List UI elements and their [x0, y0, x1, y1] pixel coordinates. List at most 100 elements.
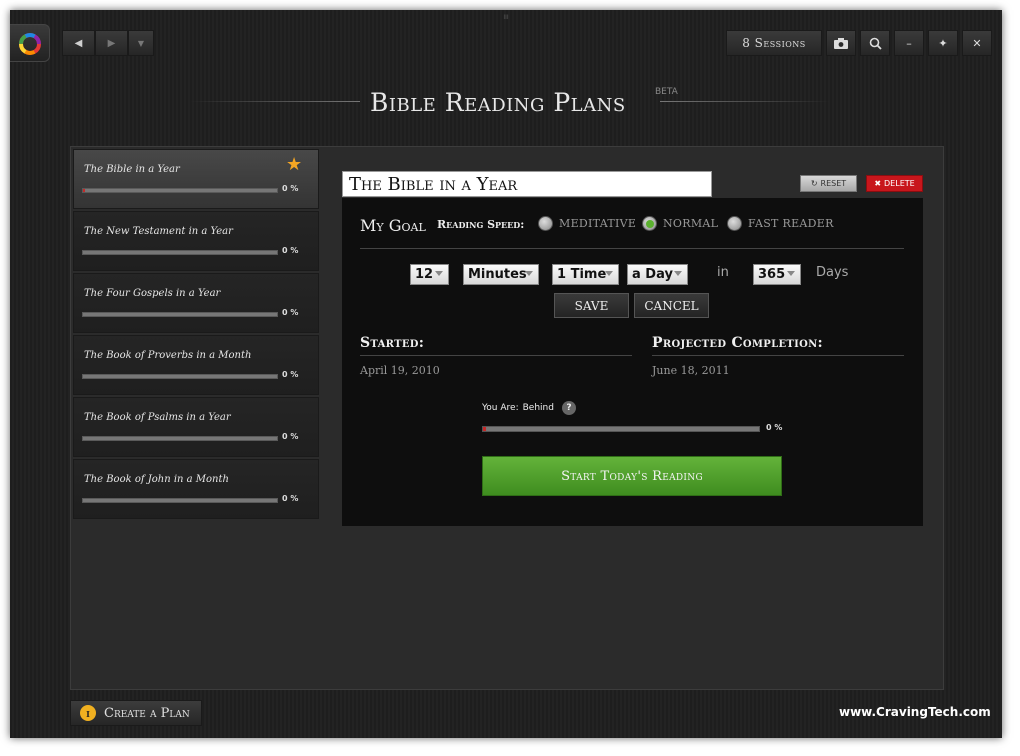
window-grip[interactable]: III: [500, 14, 512, 21]
plan-progress-percent: 0 %: [282, 184, 299, 193]
plan-item[interactable]: The Bible in a Year ★ 0 %: [73, 149, 319, 209]
in-label: in: [717, 265, 729, 280]
unit-select[interactable]: Minutes: [463, 264, 539, 285]
plan-list: The Bible in a Year ★ 0 % The New Testament…: [73, 149, 319, 521]
plan-name: The Book of John in a Month: [84, 474, 229, 485]
maximize-icon: ✦: [938, 36, 948, 50]
star-icon[interactable]: ★: [286, 156, 302, 174]
started-heading: Started:: [360, 335, 425, 351]
plan-name: The Four Gospels in a Year: [84, 288, 221, 299]
camera-icon: [834, 37, 848, 49]
plan-progress-percent: 0 %: [282, 246, 299, 255]
plan-name: The Book of Psalms in a Year: [84, 412, 231, 423]
beta-badge: BETA: [655, 87, 678, 97]
cancel-button[interactable]: CANCEL: [634, 293, 709, 318]
overall-progress-bar: [482, 426, 760, 432]
create-plan-label: Create a Plan: [104, 705, 190, 721]
main-panel: The Bible in a Year ★ 0 % The New Testament…: [70, 146, 944, 690]
status-row: You Are: Behind ?: [482, 401, 576, 415]
logo-ring-icon: [19, 33, 41, 55]
goal-box: My Goal Reading Speed: MEDITATIVE NORMAL…: [342, 198, 923, 526]
speed-option-label: NORMAL: [663, 217, 719, 230]
projected-divider: [652, 355, 904, 356]
create-plan-button[interactable]: i Create a Plan: [70, 700, 202, 726]
plan-title-input[interactable]: [342, 171, 712, 197]
page-title: Bible Reading Plans: [370, 88, 626, 117]
back-icon: ◀: [74, 37, 83, 49]
times-select[interactable]: 1 Time: [552, 264, 619, 285]
speed-option-normal[interactable]: NORMAL: [642, 216, 718, 231]
reset-label: RESET: [820, 179, 847, 188]
screenshot-button[interactable]: [826, 30, 856, 56]
chevron-down-icon: [674, 271, 682, 276]
plan-item[interactable]: The Book of Psalms in a Year 0 %: [73, 397, 319, 457]
plan-progress-bar: [82, 436, 278, 441]
chevron-down-icon: [787, 271, 795, 276]
search-button[interactable]: [860, 30, 890, 56]
plan-item[interactable]: The Book of Proverbs in a Month 0 %: [73, 335, 319, 395]
goal-heading: My Goal: [360, 216, 426, 235]
radio-icon[interactable]: [538, 216, 553, 231]
plan-progress-fill: [83, 189, 85, 192]
radio-icon[interactable]: [727, 216, 742, 231]
title-divider-left: [190, 101, 360, 102]
projected-date: June 18, 2011: [652, 364, 730, 377]
plan-progress-percent: 0 %: [282, 432, 299, 441]
plan-name: The New Testament in a Year: [84, 226, 233, 237]
back-button[interactable]: ◀: [62, 30, 95, 56]
title-row: Bible Reading Plans BETA: [10, 86, 1002, 118]
started-divider: [360, 355, 632, 356]
close-button[interactable]: ✕: [962, 30, 992, 56]
sessions-button[interactable]: 8 Sessions: [726, 30, 822, 56]
minimize-button[interactable]: –: [894, 30, 924, 56]
forward-button[interactable]: ▶: [95, 30, 128, 56]
maximize-button[interactable]: ✦: [928, 30, 958, 56]
chevron-down-icon: [525, 271, 533, 276]
speed-option-meditative[interactable]: MEDITATIVE: [538, 216, 636, 231]
chevron-down-icon: [605, 271, 613, 276]
reset-button[interactable]: ↻ RESET: [800, 175, 857, 192]
plan-name: The Bible in a Year: [84, 164, 180, 175]
plan-progress-percent: 0 %: [282, 494, 299, 503]
minimize-icon: –: [906, 36, 912, 50]
save-button[interactable]: SAVE: [554, 293, 629, 318]
delete-button[interactable]: ✖ DELETE: [866, 175, 923, 192]
chevron-down-icon: ▼: [137, 38, 145, 48]
goal-divider: [360, 248, 904, 249]
radio-icon[interactable]: [642, 216, 657, 231]
period-select[interactable]: a Day: [627, 264, 688, 285]
days-select[interactable]: 365: [753, 264, 801, 285]
search-icon: [869, 37, 882, 50]
days-label: Days: [816, 265, 849, 280]
plan-name: The Book of Proverbs in a Month: [84, 350, 252, 361]
plan-progress-bar: [82, 374, 278, 379]
plan-item[interactable]: The Book of John in a Month 0 %: [73, 459, 319, 519]
delete-icon: ✖: [874, 179, 882, 188]
plan-item[interactable]: The New Testament in a Year 0 %: [73, 211, 319, 271]
reading-speed-label: Reading Speed:: [437, 218, 525, 231]
you-are-label: You Are:: [482, 403, 519, 413]
unit-value: Minutes: [468, 267, 527, 282]
app-logo[interactable]: [10, 24, 50, 62]
speed-option-label: MEDITATIVE: [559, 217, 637, 230]
reset-icon: ↻: [810, 179, 818, 188]
speed-option-fast-reader[interactable]: FAST READER: [727, 216, 834, 231]
plan-item[interactable]: The Four Gospels in a Year 0 %: [73, 273, 319, 333]
watermark: www.CravingTech.com: [839, 705, 991, 719]
nav-menu-button[interactable]: ▼: [128, 30, 154, 56]
plan-progress-bar: [82, 250, 278, 255]
amount-select[interactable]: 12: [410, 264, 449, 285]
plan-progress-bar: [82, 312, 278, 317]
projected-heading: Projected Completion:: [652, 335, 824, 351]
chevron-down-icon: [435, 271, 443, 276]
period-value: a Day: [632, 267, 673, 282]
nav-group: ◀ ▶ ▼: [62, 30, 154, 56]
info-icon: i: [80, 705, 96, 721]
plan-progress-percent: 0 %: [282, 308, 299, 317]
forward-icon: ▶: [107, 37, 116, 49]
speed-option-label: FAST READER: [748, 217, 834, 230]
start-reading-button[interactable]: Start Today's Reading: [482, 456, 782, 496]
amount-value: 12: [415, 267, 434, 282]
help-icon[interactable]: ?: [561, 401, 576, 415]
status-value: Behind: [522, 403, 554, 413]
